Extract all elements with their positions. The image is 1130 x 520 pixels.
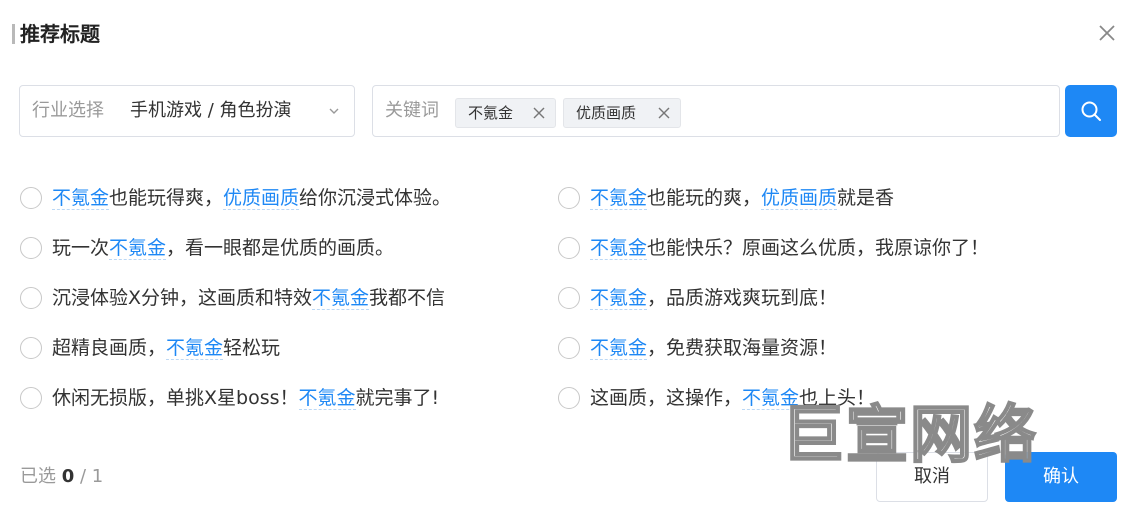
option-text: 不氪金，免费获取海量资源！ [590,335,837,361]
option-text: 沉浸体验X分钟，这画质和特效不氪金我都不信 [52,285,445,311]
cancel-button[interactable]: 取消 [876,452,988,502]
keyword-tag: 优质画质 [563,98,681,128]
option-text-segment: 给你沉浸式体验。 [299,187,452,209]
radio-button[interactable] [20,337,42,359]
option-text-segment: 超精良画质， [52,337,167,359]
keyword-highlight: 不氪金 [109,237,167,260]
title-option[interactable]: 不氪金，品质游戏爽玩到底！ [558,283,1078,313]
selected-prefix: 已选 [20,466,56,487]
recommend-title-dialog: 推荐标题 行业选择 手机游戏 / 角色扮演 关键词 不氪金 优质画质 不氪金也能… [0,0,1130,520]
keyword-highlight: 不氪金 [742,387,800,410]
keyword-input[interactable]: 关键词 不氪金 优质画质 [372,85,1060,137]
industry-label: 行业选择 [32,100,104,121]
title-option[interactable]: 沉浸体验X分钟，这画质和特效不氪金我都不信 [20,283,540,313]
option-text-segment: 也能玩的爽， [647,187,762,209]
title-option[interactable]: 不氪金也能快乐？原画这么优质，我原谅你了！ [558,233,1078,263]
search-icon [1081,101,1101,121]
search-button[interactable] [1065,85,1117,137]
keyword-highlight: 优质画质 [223,187,300,210]
option-text-segment: 我都不信 [369,287,446,309]
option-text-segment: 也能快乐？原画这么优质，我原谅你了！ [647,237,990,259]
keyword-highlight: 不氪金 [590,237,648,260]
option-text-segment: 也上头！ [799,387,876,409]
option-text-segment: ，免费获取海量资源！ [647,337,838,359]
industry-value: 手机游戏 / 角色扮演 [130,100,292,121]
radio-button[interactable] [558,237,580,259]
radio-button[interactable] [558,337,580,359]
close-icon[interactable] [533,107,545,119]
keyword-label: 关键词 [385,100,439,121]
option-text-segment: 就是香 [837,187,895,209]
selected-number: 0 [61,466,75,487]
confirm-button[interactable]: 确认 [1005,452,1117,502]
option-text: 不氪金也能快乐？原画这么优质，我原谅你了！ [590,235,989,261]
radio-button[interactable] [558,287,580,309]
close-button[interactable] [1094,20,1120,46]
radio-button[interactable] [20,287,42,309]
keyword-highlight: 不氪金 [590,187,648,210]
title-option[interactable]: 这画质，这操作，不氪金也上头！ [558,383,1078,413]
keyword-highlight: 不氪金 [590,337,648,360]
keyword-tag-label: 不氪金 [468,104,514,122]
selected-total: / 1 [80,466,104,487]
dialog-header: 推荐标题 [0,14,1130,54]
title-option[interactable]: 不氪金也能玩的爽，优质画质就是香 [558,183,1078,213]
option-text: 超精良画质，不氪金轻松玩 [52,335,280,361]
radio-button[interactable] [20,387,42,409]
keyword-highlight: 不氪金 [166,337,224,360]
title-option[interactable]: 休闲无损版，单挑X星boss！不氪金就完事了! [20,383,540,413]
option-text-segment: 沉浸体验X分钟，这画质和特效 [52,287,313,309]
option-text-segment: ，看一眼都是优质的画质。 [166,237,395,259]
option-text-segment: 就完事了! [355,387,440,409]
option-text: 不氪金也能玩的爽，优质画质就是香 [590,185,894,211]
option-text-segment: ，品质游戏爽玩到底！ [647,287,838,309]
keyword-tag: 不氪金 [455,98,556,128]
keyword-highlight: 不氪金 [298,387,356,410]
radio-button[interactable] [20,187,42,209]
dialog-title: 推荐标题 [20,22,100,46]
close-icon [1099,25,1115,41]
keyword-highlight: 优质画质 [761,187,838,210]
keyword-highlight: 不氪金 [52,187,110,210]
option-text: 这画质，这操作，不氪金也上头！ [590,385,875,411]
selected-count: 已选 0 / 1 [20,465,103,489]
option-text-segment: 玩一次 [52,237,110,259]
chevron-down-icon [329,108,339,114]
option-text: 不氪金也能玩得爽，优质画质给你沉浸式体验。 [52,185,451,211]
title-option[interactable]: 不氪金也能玩得爽，优质画质给你沉浸式体验。 [20,183,540,213]
option-text: 玩一次不氪金，看一眼都是优质的画质。 [52,235,394,261]
title-option[interactable]: 玩一次不氪金，看一眼都是优质的画质。 [20,233,540,263]
keyword-tag-label: 优质画质 [576,104,637,122]
option-text-segment: 轻松玩 [223,337,281,359]
close-icon[interactable] [658,107,670,119]
option-text: 不氪金，品质游戏爽玩到底！ [590,285,837,311]
radio-button[interactable] [20,237,42,259]
option-text-segment: 休闲无损版，单挑X星boss！ [52,387,299,409]
title-option[interactable]: 不氪金，免费获取海量资源！ [558,333,1078,363]
keyword-highlight: 不氪金 [312,287,370,310]
radio-button[interactable] [558,387,580,409]
option-text: 休闲无损版，单挑X星boss！不氪金就完事了! [52,385,439,411]
option-text-segment: 这画质，这操作， [590,387,743,409]
title-accent-bar [12,24,15,44]
radio-button[interactable] [558,187,580,209]
title-option[interactable]: 超精良画质，不氪金轻松玩 [20,333,540,363]
keyword-highlight: 不氪金 [590,287,648,310]
industry-select[interactable]: 行业选择 手机游戏 / 角色扮演 [19,85,355,137]
option-text-segment: 也能玩得爽， [109,187,224,209]
